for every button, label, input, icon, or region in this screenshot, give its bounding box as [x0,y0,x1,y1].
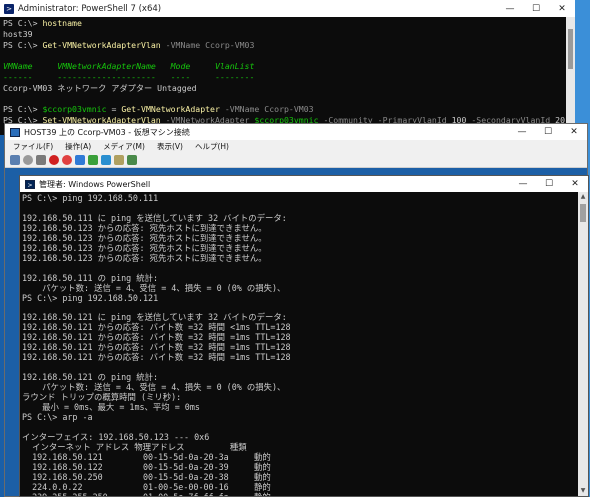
start-icon[interactable] [23,155,33,165]
enhanced-session-icon[interactable] [127,155,137,165]
wps-console-output[interactable]: PS C:\> ping 192.168.50.111 192.168.50.1… [22,193,576,497]
turn-off-icon[interactable] [36,155,46,165]
console-line: PS C:\> hostname [3,18,82,28]
minimize-button[interactable]: — [510,179,536,189]
console-line: パケット数: 送信 = 4、受信 = 4、損失 = 0 (0% の損失)、 [22,382,286,393]
powershell-icon: > [25,179,35,189]
minimize-button[interactable]: — [497,4,523,14]
console-line: 192.168.50.111 に ping を送信しています 32 バイトのデー… [22,212,287,223]
console-line: 192.168.50.250 00-15-5d-0a-20-38 動的 [22,471,271,482]
close-button[interactable]: ✕ [562,179,588,189]
scroll-up-icon[interactable]: ▲ [578,192,588,202]
vm-menubar: ファイル(F) 操作(A) メディア(M) 表示(V) ヘルプ(H) [5,140,587,153]
console-line: host39 [3,28,33,39]
vm-guest-screen[interactable]: > 管理者: Windows PowerShell — ☐ ✕ PS C:\> … [5,168,589,497]
menu-action[interactable]: 操作(A) [65,141,91,152]
vm-toolbar [5,153,587,168]
wps-window-controls: — ☐ ✕ [510,179,588,189]
console-line: インターフェイス: 192.168.50.123 --- 0x6 [22,431,210,442]
console-line: ラウンド トリップの概算時間 (ミリ秒): [22,392,182,403]
console-line: 192.168.50.121 からの応答: バイト数 =32 時間 =1ms T… [22,332,291,343]
wps-titlebar[interactable]: > 管理者: Windows PowerShell — ☐ ✕ [20,176,588,192]
console-line: 192.168.50.121 からの応答: バイト数 =32 時間 =1ms T… [22,342,291,353]
wps-window-title: 管理者: Windows PowerShell [39,179,151,189]
console-line: PS C:\> ping 192.168.50.111 [22,193,159,203]
scroll-down-icon[interactable]: ▼ [578,486,588,496]
checkpoint-icon[interactable] [101,155,111,165]
reset-icon[interactable] [88,155,98,165]
console-line: 192.168.50.123 からの応答: 宛先ホストに到達できません。 [22,232,267,243]
console-line: 224.0.0.22 01-00-5e-00-00-16 静的 [22,481,271,492]
console-line: 192.168.50.121 からの応答: バイト数 =32 時間 =1ms T… [22,352,291,363]
console-line: 192.168.50.123 からの応答: 宛先ホストに到達できません。 [22,222,267,233]
close-button[interactable]: ✕ [561,127,587,137]
windows-powershell-window[interactable]: > 管理者: Windows PowerShell — ☐ ✕ PS C:\> … [19,175,589,497]
table-rule: ------ -------------------- ---- -------… [3,71,255,82]
wps-scrollbar[interactable]: ▲ ▼ [578,192,588,496]
save-icon[interactable] [62,155,72,165]
ps7-titlebar[interactable]: > Administrator: PowerShell 7 (x64) — ☐ … [0,0,575,17]
vm-connection-window[interactable]: HOST39 上の Ccorp-VM03 - 仮想マシン接続 — ☐ ✕ ファイ… [4,123,589,497]
maximize-button[interactable]: ☐ [536,179,562,189]
console-line: 192.168.50.111 の ping 統計: [22,272,159,283]
menu-help[interactable]: ヘルプ(H) [195,141,229,152]
console-line: PS C:\> $ccorp03vmnic = Get-VMNetworkAda… [3,104,314,115]
table-header: VMName VMNetworkAdapterName Mode VlanLis… [3,61,255,72]
console-line: 192.168.50.121 からの応答: バイト数 =32 時間 <1ms T… [22,322,291,333]
vm-titlebar[interactable]: HOST39 上の Ccorp-VM03 - 仮想マシン接続 — ☐ ✕ [5,124,587,140]
console-line: PS C:\> arp -a [22,411,93,422]
scrollbar-thumb[interactable] [580,204,586,222]
menu-media[interactable]: メディア(M) [103,141,145,152]
console-line: 192.168.50.123 からの応答: 宛先ホストに到達できません。 [22,242,267,253]
console-line: PS C:\> ping 192.168.50.121 [22,292,159,303]
menu-file[interactable]: ファイル(F) [13,141,53,152]
close-button[interactable]: ✕ [549,4,575,14]
ps7-scrollbar[interactable] [566,17,575,135]
menu-view[interactable]: 表示(V) [157,141,183,152]
shutdown-icon[interactable] [49,155,59,165]
pause-icon[interactable] [75,155,85,165]
minimize-button[interactable]: — [509,127,535,137]
console-line: 192.168.50.122 00-15-5d-0a-20-39 動的 [22,461,271,472]
console-line: 192.168.50.121 の ping 統計: [22,372,159,383]
ps7-window-title: Administrator: PowerShell 7 (x64) [18,3,162,14]
vm-connect-icon [10,127,20,137]
ps7-window-controls: — ☐ ✕ [497,4,575,14]
powershell-icon: > [4,3,14,14]
console-line: 192.168.50.123 からの応答: 宛先ホストに到達できません。 [22,252,267,263]
console-line: 192.168.50.121 に ping を送信しています 32 バイトのデー… [22,312,287,323]
maximize-button[interactable]: ☐ [523,4,549,14]
vm-window-title: HOST39 上の Ccorp-VM03 - 仮想マシン接続 [24,127,190,137]
ctrl-alt-del-icon[interactable] [10,155,20,165]
console-line: 239.255.255.250 01-00-5e-7f-ff-fa 静的 [22,491,271,497]
table-row: Ccorp-VM03 ネットワーク アダプター Untagged [3,82,197,93]
scrollbar-thumb[interactable] [568,29,573,69]
console-line: パケット数: 送信 = 4、受信 = 4、損失 = 0 (0% の損失)、 [22,282,286,293]
powershell7-window[interactable]: > Administrator: PowerShell 7 (x64) — ☐ … [0,0,575,135]
ps7-console-output[interactable]: PS C:\> hostname host39 PS C:\> Get-VMNe… [3,18,570,126]
console-line: PS C:\> Get-VMNetworkAdapterVlan -VMName… [3,39,255,50]
revert-icon[interactable] [114,155,124,165]
console-line: インターネット アドレス 物理アドレス 種類 [22,441,247,452]
console-line: 192.168.50.121 00-15-5d-0a-20-3a 動的 [22,451,271,462]
console-line: 最小 = 0ms、最大 = 1ms、平均 = 0ms [22,402,200,413]
maximize-button[interactable]: ☐ [535,127,561,137]
vm-window-controls: — ☐ ✕ [509,127,587,137]
